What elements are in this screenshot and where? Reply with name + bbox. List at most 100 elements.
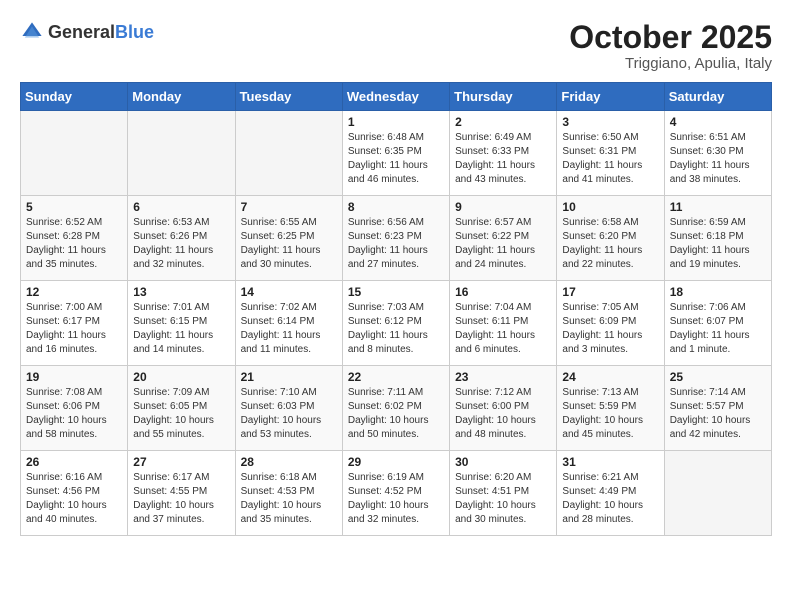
day-info: Sunrise: 7:02 AM Sunset: 6:14 PM Dayligh…: [241, 301, 337, 357]
day-number: 10: [562, 200, 658, 214]
day-cell: 4 Sunrise: 6:51 AM Sunset: 6:30 PM Daylig…: [664, 111, 771, 196]
day-info: Sunrise: 7:10 AM Sunset: 6:03 PM Dayligh…: [241, 386, 337, 442]
day-cell: 28 Sunrise: 6:18 AM Sunset: 4:53 PM Dayli…: [235, 451, 342, 536]
day-number: 9: [455, 200, 551, 214]
day-number: 20: [133, 370, 229, 384]
day-cell: 22Sunrise: 7:11 AM Sunset: 6:02 PM Dayli…: [342, 366, 449, 451]
logo: GeneralBlue: [20, 20, 154, 44]
logo-text-blue: Blue: [115, 22, 154, 42]
day-number: 13: [133, 285, 229, 299]
week-row-5: 26 Sunrise: 6:16 AM Sunset: 4:56 PM Dayli…: [21, 451, 772, 536]
day-cell: 26 Sunrise: 6:16 AM Sunset: 4:56 PM Dayli…: [21, 451, 128, 536]
day-info: Sunrise: 6:18 AM Sunset: 4:53 PM Dayligh…: [241, 471, 337, 527]
day-cell: 29 Sunrise: 6:19 AM Sunset: 4:52 PM Dayli…: [342, 451, 449, 536]
day-cell: 21 Sunrise: 7:10 AM Sunset: 6:03 PM Dayli…: [235, 366, 342, 451]
day-number: 7: [241, 200, 337, 214]
day-number: 16: [455, 285, 551, 299]
page-header: GeneralBlue October 2025 Triggiano, Apul…: [20, 20, 772, 72]
day-info: Sunrise: 6:20 AM Sunset: 4:51 PM Dayligh…: [455, 471, 551, 527]
day-info: Sunrise: 7:05 AM Sunset: 6:09 PM Dayligh…: [562, 301, 658, 357]
day-cell: 9 Sunrise: 6:57 AM Sunset: 6:22 PM Daylig…: [450, 196, 557, 281]
day-number: 28: [241, 455, 337, 469]
day-cell: [664, 451, 771, 536]
day-info: Sunrise: 7:14 AM Sunset: 5:57 PM Dayligh…: [670, 386, 766, 442]
day-info: Sunrise: 6:59 AM Sunset: 6:18 PM Dayligh…: [670, 216, 766, 272]
day-cell: 17 Sunrise: 7:05 AM Sunset: 6:09 PM Dayli…: [557, 281, 664, 366]
day-info: Sunrise: 7:06 AM Sunset: 6:07 PM Dayligh…: [670, 301, 766, 357]
weekday-header-sunday: Sunday: [21, 83, 128, 111]
day-info: Sunrise: 7:00 AM Sunset: 6:17 PM Dayligh…: [26, 301, 122, 357]
day-number: 22: [348, 370, 444, 384]
day-number: 15: [348, 285, 444, 299]
day-number: 14: [241, 285, 337, 299]
day-number: 31: [562, 455, 658, 469]
day-info: Sunrise: 7:08 AM Sunset: 6:06 PM Dayligh…: [26, 386, 122, 442]
day-info: Sunrise: 6:53 AM Sunset: 6:26 PM Dayligh…: [133, 216, 229, 272]
day-cell: 11 Sunrise: 6:59 AM Sunset: 6:18 PM Dayli…: [664, 196, 771, 281]
day-number: 11: [670, 200, 766, 214]
day-cell: 18Sunrise: 7:06 AM Sunset: 6:07 PM Dayli…: [664, 281, 771, 366]
calendar-table: SundayMondayTuesdayWednesdayThursdayFrid…: [20, 82, 772, 536]
day-cell: 19 Sunrise: 7:08 AM Sunset: 6:06 PM Dayli…: [21, 366, 128, 451]
day-info: Sunrise: 6:55 AM Sunset: 6:25 PM Dayligh…: [241, 216, 337, 272]
day-cell: 20 Sunrise: 7:09 AM Sunset: 6:05 PM Dayli…: [128, 366, 235, 451]
day-cell: 25 Sunrise: 7:14 AM Sunset: 5:57 PM Dayli…: [664, 366, 771, 451]
day-cell: 10 Sunrise: 6:58 AM Sunset: 6:20 PM Dayli…: [557, 196, 664, 281]
day-number: 1: [348, 115, 444, 129]
day-info: Sunrise: 6:17 AM Sunset: 4:55 PM Dayligh…: [133, 471, 229, 527]
day-info: Sunrise: 6:52 AM Sunset: 6:28 PM Dayligh…: [26, 216, 122, 272]
day-info: Sunrise: 7:03 AM Sunset: 6:12 PM Dayligh…: [348, 301, 444, 357]
day-number: 19: [26, 370, 122, 384]
day-cell: 8Sunrise: 6:56 AM Sunset: 6:23 PM Daylig…: [342, 196, 449, 281]
day-cell: 15 Sunrise: 7:03 AM Sunset: 6:12 PM Dayli…: [342, 281, 449, 366]
month-title: October 2025: [569, 20, 772, 55]
day-cell: [128, 111, 235, 196]
day-number: 3: [562, 115, 658, 129]
day-cell: 5 Sunrise: 6:52 AM Sunset: 6:28 PM Daylig…: [21, 196, 128, 281]
day-cell: 3Sunrise: 6:50 AM Sunset: 6:31 PM Daylig…: [557, 111, 664, 196]
day-info: Sunrise: 7:09 AM Sunset: 6:05 PM Dayligh…: [133, 386, 229, 442]
day-number: 21: [241, 370, 337, 384]
day-info: Sunrise: 6:21 AM Sunset: 4:49 PM Dayligh…: [562, 471, 658, 527]
day-info: Sunrise: 6:57 AM Sunset: 6:22 PM Dayligh…: [455, 216, 551, 272]
day-info: Sunrise: 6:16 AM Sunset: 4:56 PM Dayligh…: [26, 471, 122, 527]
logo-text-general: General: [48, 22, 115, 42]
day-number: 2: [455, 115, 551, 129]
day-info: Sunrise: 7:12 AM Sunset: 6:00 PM Dayligh…: [455, 386, 551, 442]
day-cell: 7 Sunrise: 6:55 AM Sunset: 6:25 PM Daylig…: [235, 196, 342, 281]
day-cell: 27Sunrise: 6:17 AM Sunset: 4:55 PM Dayli…: [128, 451, 235, 536]
day-cell: 13Sunrise: 7:01 AM Sunset: 6:15 PM Dayli…: [128, 281, 235, 366]
weekday-header-row: SundayMondayTuesdayWednesdayThursdayFrid…: [21, 83, 772, 111]
day-info: Sunrise: 6:48 AM Sunset: 6:35 PM Dayligh…: [348, 131, 444, 187]
day-number: 29: [348, 455, 444, 469]
day-cell: 31 Sunrise: 6:21 AM Sunset: 4:49 PM Dayli…: [557, 451, 664, 536]
day-cell: 30Sunrise: 6:20 AM Sunset: 4:51 PM Dayli…: [450, 451, 557, 536]
day-cell: [235, 111, 342, 196]
logo-icon: [20, 20, 44, 44]
weekday-header-monday: Monday: [128, 83, 235, 111]
day-number: 26: [26, 455, 122, 469]
day-number: 4: [670, 115, 766, 129]
weekday-header-friday: Friday: [557, 83, 664, 111]
day-cell: 23Sunrise: 7:12 AM Sunset: 6:00 PM Dayli…: [450, 366, 557, 451]
day-info: Sunrise: 7:04 AM Sunset: 6:11 PM Dayligh…: [455, 301, 551, 357]
day-number: 17: [562, 285, 658, 299]
day-info: Sunrise: 6:19 AM Sunset: 4:52 PM Dayligh…: [348, 471, 444, 527]
title-block: October 2025 Triggiano, Apulia, Italy: [569, 20, 772, 72]
week-row-4: 19 Sunrise: 7:08 AM Sunset: 6:06 PM Dayli…: [21, 366, 772, 451]
week-row-2: 5 Sunrise: 6:52 AM Sunset: 6:28 PM Daylig…: [21, 196, 772, 281]
weekday-header-tuesday: Tuesday: [235, 83, 342, 111]
day-cell: 24Sunrise: 7:13 AM Sunset: 5:59 PM Dayli…: [557, 366, 664, 451]
location-title: Triggiano, Apulia, Italy: [569, 55, 772, 72]
day-cell: 6 Sunrise: 6:53 AM Sunset: 6:26 PM Daylig…: [128, 196, 235, 281]
day-number: 6: [133, 200, 229, 214]
day-number: 25: [670, 370, 766, 384]
day-cell: 2Sunrise: 6:49 AM Sunset: 6:33 PM Daylig…: [450, 111, 557, 196]
day-info: Sunrise: 6:58 AM Sunset: 6:20 PM Dayligh…: [562, 216, 658, 272]
day-number: 5: [26, 200, 122, 214]
day-number: 24: [562, 370, 658, 384]
weekday-header-wednesday: Wednesday: [342, 83, 449, 111]
day-cell: 12Sunrise: 7:00 AM Sunset: 6:17 PM Dayli…: [21, 281, 128, 366]
day-info: Sunrise: 6:51 AM Sunset: 6:30 PM Dayligh…: [670, 131, 766, 187]
day-cell: 1 Sunrise: 6:48 AM Sunset: 6:35 PM Daylig…: [342, 111, 449, 196]
